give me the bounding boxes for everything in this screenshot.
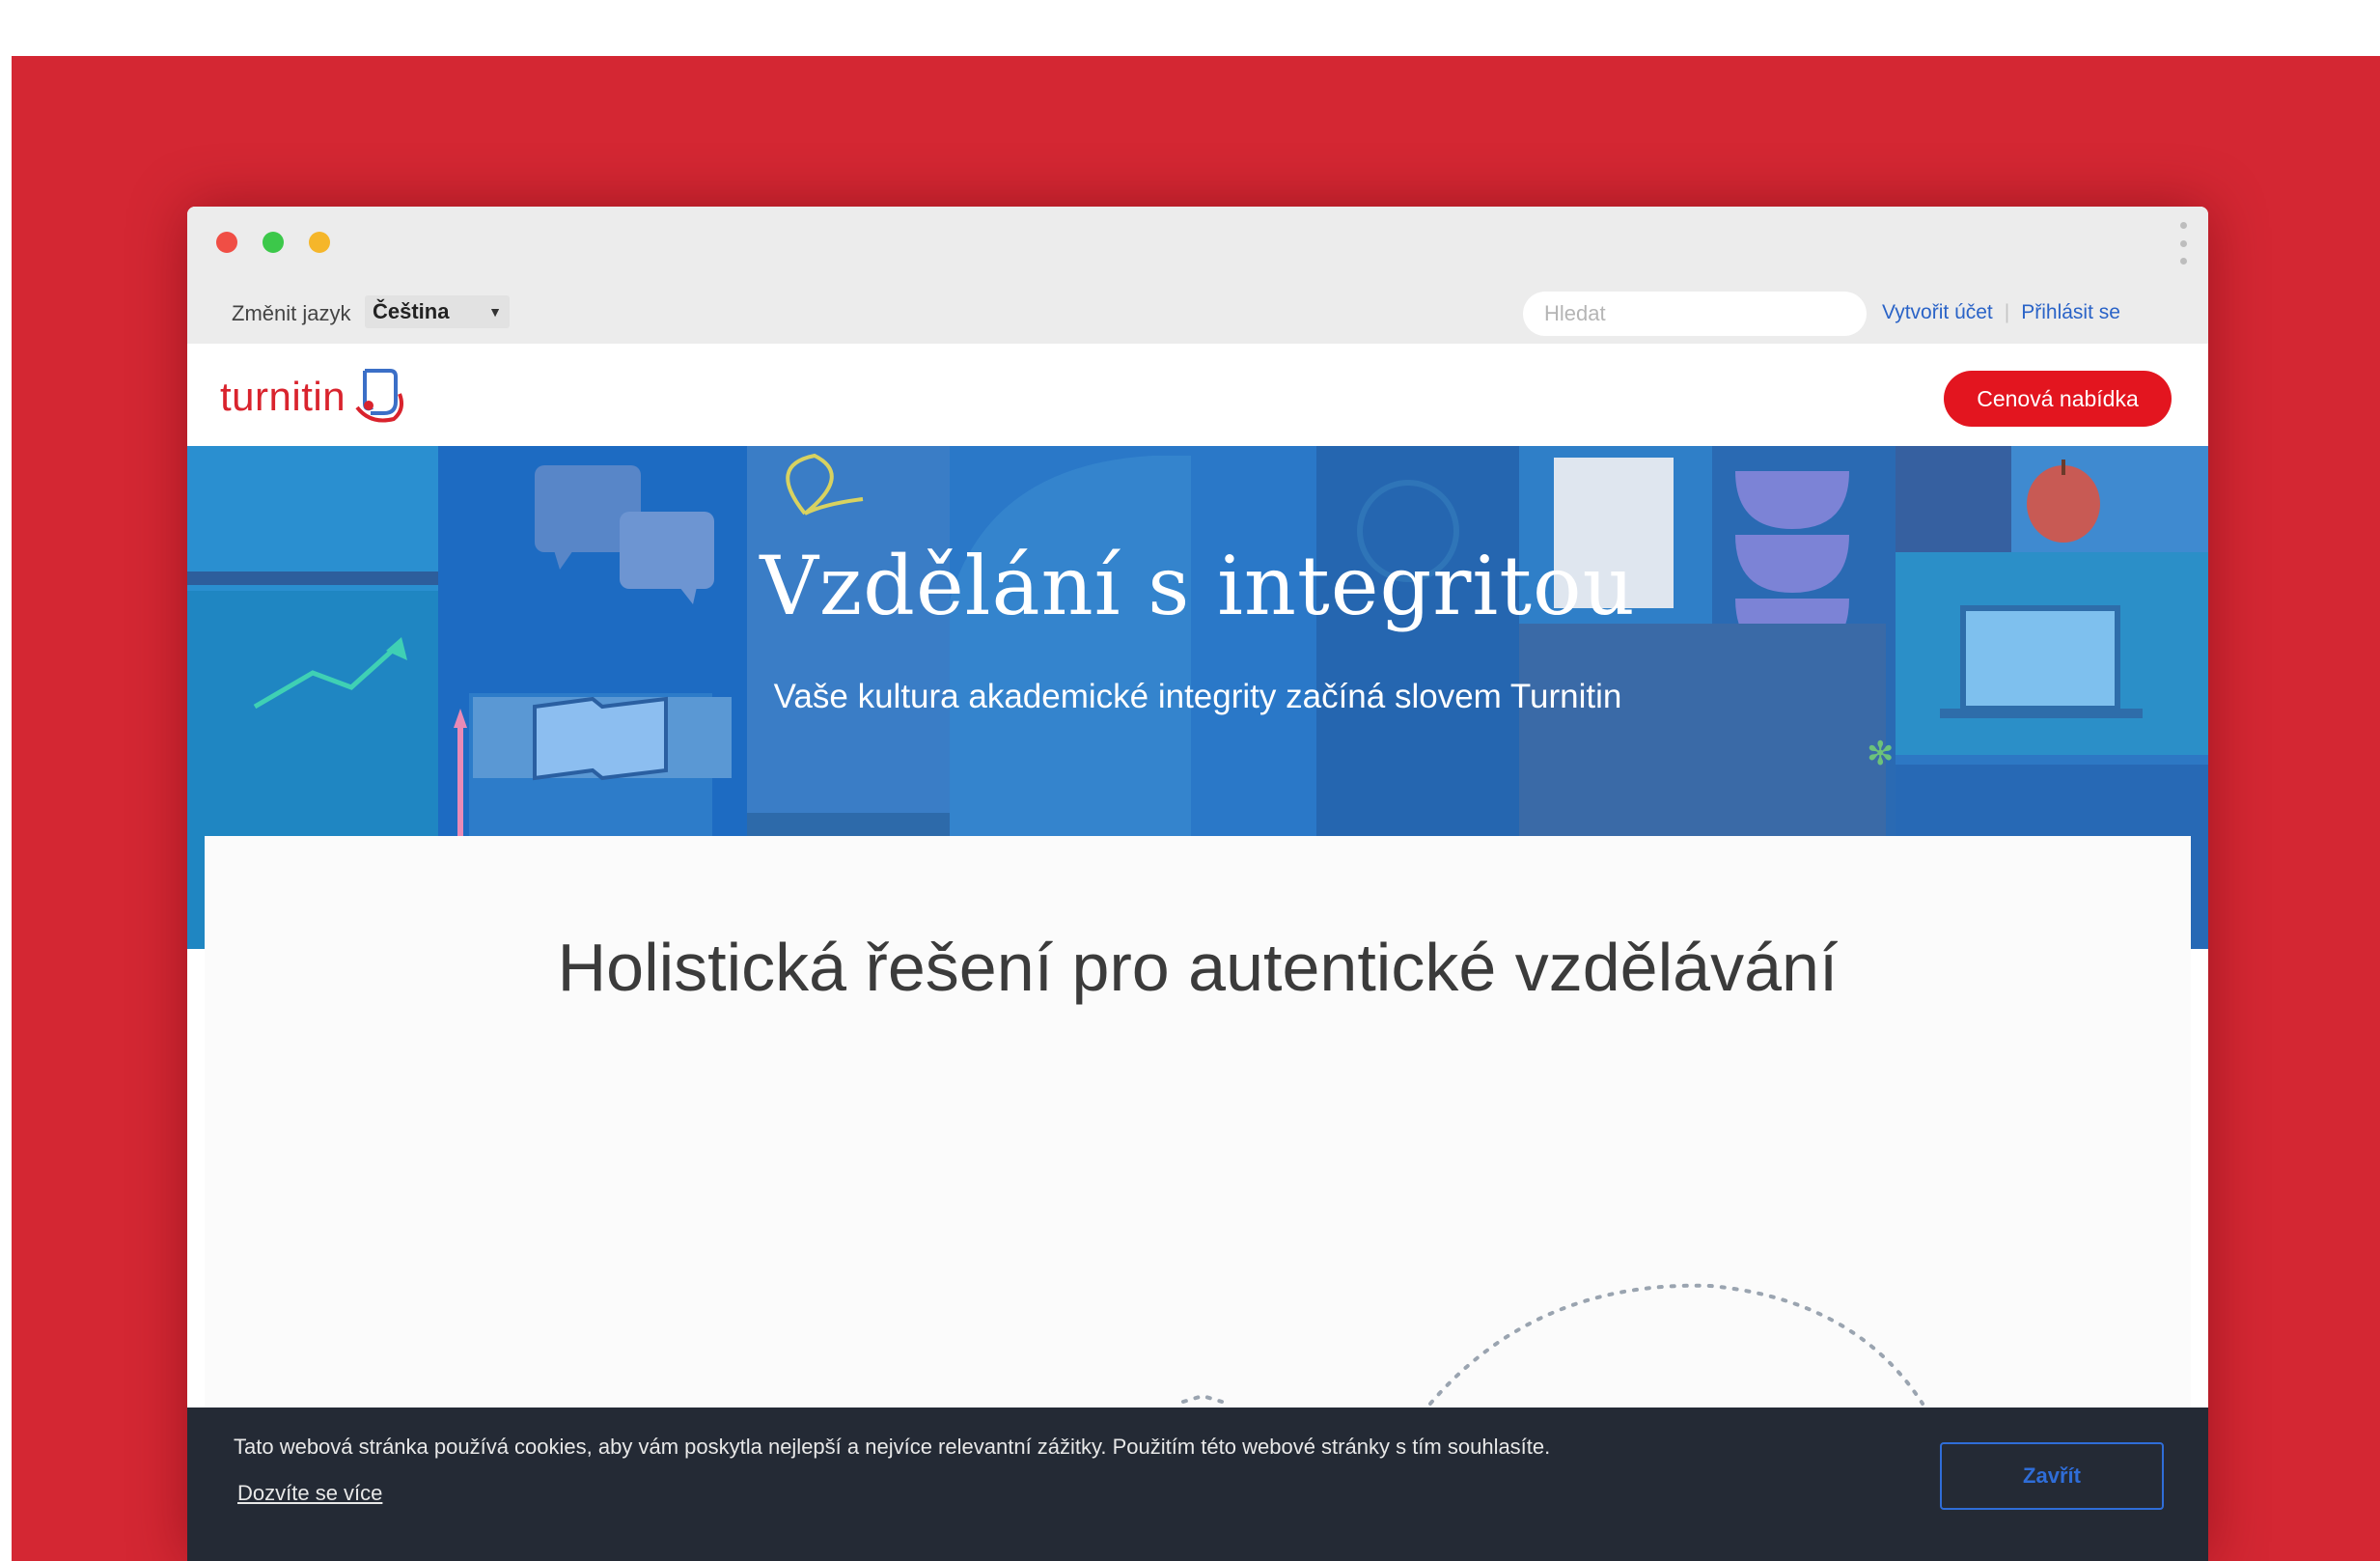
caret-down-icon: ▼: [488, 304, 502, 320]
svg-text:✻: ✻: [1867, 735, 1895, 773]
utility-bar: Změnit jazyk Čeština ▼ Vytvořit účet | P…: [187, 284, 2208, 344]
browser-window: Změnit jazyk Čeština ▼ Vytvořit účet | P…: [187, 207, 2208, 1561]
turnitin-logo[interactable]: turnitin: [220, 365, 405, 429]
account-links: Vytvořit účet | Přihlásit se: [1882, 301, 2120, 324]
hero-title: Vzdělání s integritou: [760, 539, 1636, 633]
quote-button[interactable]: Cenová nabídka: [1944, 371, 2172, 427]
logo-text: turnitin: [220, 374, 346, 419]
divider: |: [2004, 301, 2010, 323]
minimize-window-icon[interactable]: [309, 232, 330, 253]
hero-subtitle: Vaše kultura akademické integrity začíná…: [773, 678, 1622, 715]
close-cookie-button[interactable]: Zavřít: [1940, 1442, 2164, 1510]
maximize-window-icon[interactable]: [263, 232, 284, 253]
learn-more-link[interactable]: Dozvíte se více: [237, 1481, 382, 1506]
kebab-menu-icon[interactable]: [2179, 222, 2187, 265]
turnitin-mark-icon: [355, 369, 404, 423]
create-account-link[interactable]: Vytvořit účet: [1882, 301, 1993, 324]
site-header: turnitin Cenová nabídka: [187, 344, 2208, 446]
language-label: Změnit jazyk: [232, 301, 351, 325]
close-window-icon[interactable]: [216, 232, 237, 253]
browser-titlebar: [187, 207, 2208, 284]
cookie-bar: Tato webová stránka používá cookies, aby…: [187, 1408, 2208, 1561]
sign-in-link[interactable]: Přihlásit se: [2021, 301, 2120, 324]
search-input[interactable]: [1523, 292, 1867, 336]
language-select[interactable]: Čeština ▼: [365, 295, 510, 328]
language-value: Čeština: [373, 299, 450, 323]
cookie-message: Tato webová stránka používá cookies, aby…: [234, 1435, 1551, 1459]
